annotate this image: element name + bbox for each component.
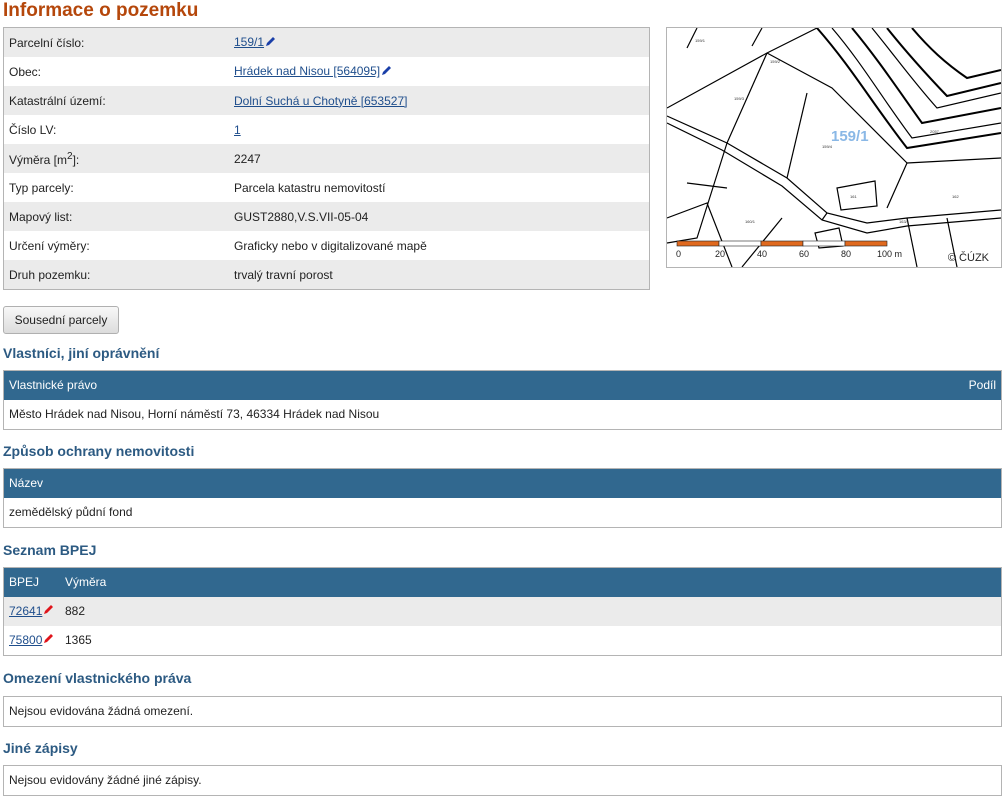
info-key: Mapový list: — [3, 202, 229, 231]
svg-text:2057: 2057 — [930, 129, 940, 134]
protection-row: zemědělský půdní fond — [9, 505, 133, 519]
bpej-table-header: BPEJ Výměra — [4, 568, 1001, 597]
parcel-number-link[interactable]: 159/1 — [234, 35, 264, 49]
bpej-row: 75800 1365 — [4, 626, 1001, 655]
info-row-municipality: Obec: Hrádek nad Nisou [564095] — [3, 57, 650, 86]
svg-text:160/1: 160/1 — [745, 219, 756, 224]
scale-tick-label: 0 — [676, 249, 682, 259]
pencil-icon[interactable] — [265, 36, 276, 50]
info-key-end: ]: — [72, 152, 80, 167]
scale-tick-label: 40 — [757, 249, 768, 259]
info-value: trvalý travní porost — [229, 260, 650, 290]
protection-table-header: Název — [4, 469, 1001, 498]
restrictions-section-title: Omezení vlastnického práva — [3, 670, 192, 686]
info-row-parcel-type: Typ parcely: Parcela katastru nemovitost… — [3, 173, 650, 202]
neighbor-parcels-button[interactable]: Sousední parcely — [3, 306, 119, 334]
page-title: Informace o pozemku — [3, 0, 199, 21]
map-drawing: 159/1 159/2 159/3 159/4 160/1 161 2057 1… — [667, 28, 1001, 267]
svg-text:159/2: 159/2 — [770, 59, 781, 64]
bpej-code-link[interactable]: 75800 — [9, 633, 42, 647]
bpej-area: 1365 — [65, 633, 92, 647]
column-header-area: Výměra — [65, 575, 107, 589]
info-value: GUST2880,V.S.VII-05-04 — [229, 202, 650, 231]
scale-tick-label: 100 m — [877, 249, 903, 259]
info-row-cadastral-area: Katastrální území: Dolní Suchá u Chotyně… — [3, 86, 650, 115]
info-row-lv-number: Číslo LV: 1 — [3, 115, 650, 144]
info-key: Číslo LV: — [3, 115, 229, 144]
info-key: Typ parcely: — [3, 173, 229, 202]
svg-text:161: 161 — [850, 194, 857, 199]
bpej-code-cell: 75800 — [9, 626, 65, 655]
restrictions-text: Nejsou evidována žádná omezení. — [9, 704, 194, 718]
other-records-box: Nejsou evidovány žádné jiné zápisy. — [3, 765, 1002, 796]
info-value: Dolní Suchá u Chotyně [653527] — [229, 86, 650, 115]
column-header-share: Podíl — [968, 378, 996, 392]
other-records-section-title: Jiné zápisy — [3, 740, 78, 756]
protection-table: Název zemědělský půdní fond — [3, 468, 1002, 528]
protection-section-title: Způsob ochrany nemovitosti — [3, 443, 195, 459]
info-value: Parcela katastru nemovitostí — [229, 173, 650, 202]
column-header-bpej: BPEJ — [9, 575, 40, 589]
info-value: Hrádek nad Nisou [564095] — [229, 57, 650, 86]
info-key: Obec: — [3, 57, 229, 86]
info-value: 2247 — [229, 144, 650, 173]
lv-number-link[interactable]: 1 — [234, 123, 241, 137]
info-row-area-determination: Určení výměry: Graficky nebo v digitaliz… — [3, 231, 650, 260]
info-value: Graficky nebo v digitalizované mapě — [229, 231, 650, 260]
owners-table: Vlastnické právo Podíl Město Hrádek nad … — [3, 370, 1002, 430]
column-header-name: Název — [9, 476, 44, 490]
cadastral-area-link[interactable]: Dolní Suchá u Chotyně [653527] — [234, 94, 407, 108]
info-row-land-type: Druh pozemku: trvalý travní porost — [3, 260, 650, 290]
info-key: Parcelní číslo: — [3, 27, 229, 57]
pencil-icon[interactable] — [381, 65, 392, 79]
map-parcel-label: 159/1 — [831, 128, 869, 145]
bpej-code-cell: 72641 — [9, 597, 65, 626]
restrictions-box: Nejsou evidována žádná omezení. — [3, 696, 1002, 727]
map-scale-bar — [676, 240, 888, 247]
info-row-parcel-number: Parcelní číslo: 159/1 — [3, 27, 650, 57]
info-value: 159/1 — [229, 27, 650, 57]
cadastral-map[interactable]: 159/1 159/2 159/3 159/4 160/1 161 2057 1… — [666, 27, 1002, 268]
info-key: Určení výměry: — [3, 231, 229, 260]
bpej-row: 72641 882 — [4, 597, 1001, 626]
bpej-code-link[interactable]: 72641 — [9, 604, 42, 618]
column-header-ownership: Vlastnické právo — [9, 378, 98, 392]
bpej-section-title: Seznam BPEJ — [3, 542, 97, 558]
info-row-map-sheet: Mapový list: GUST2880,V.S.VII-05-04 — [3, 202, 650, 231]
other-records-text: Nejsou evidovány žádné jiné zápisy. — [9, 773, 202, 787]
owners-table-header: Vlastnické právo Podíl — [4, 371, 1001, 400]
bpej-table: BPEJ Výměra 72641 882 75800 1365 — [3, 567, 1002, 656]
parcel-info-table: Parcelní číslo: 159/1 Obec: Hrádek nad N… — [3, 27, 650, 290]
info-row-area: Výměra [m2]: 2247 — [3, 144, 650, 173]
svg-text:159/1: 159/1 — [695, 38, 706, 43]
info-value: 1 — [229, 115, 650, 144]
pencil-icon[interactable] — [43, 597, 54, 626]
owners-section-title: Vlastníci, jiní oprávnění — [3, 345, 160, 361]
bpej-area: 882 — [65, 604, 86, 618]
info-key: Druh pozemku: — [3, 260, 229, 290]
owner-row: Město Hrádek nad Nisou, Horní náměstí 73… — [9, 407, 380, 421]
info-key-main: Výměra [m — [9, 152, 68, 167]
municipality-link[interactable]: Hrádek nad Nisou [564095] — [234, 64, 380, 78]
scale-tick-label: 20 — [715, 249, 726, 259]
svg-text:159/3: 159/3 — [734, 96, 745, 101]
svg-text:163/1: 163/1 — [899, 219, 910, 224]
pencil-icon[interactable] — [43, 626, 54, 655]
svg-text:162: 162 — [952, 194, 959, 199]
map-copyright: © ČÚZK — [947, 252, 989, 264]
scale-tick-label: 60 — [799, 249, 810, 259]
info-key: Katastrální území: — [3, 86, 229, 115]
scale-tick-label: 80 — [841, 249, 852, 259]
info-key: Výměra [m2]: — [3, 144, 229, 173]
